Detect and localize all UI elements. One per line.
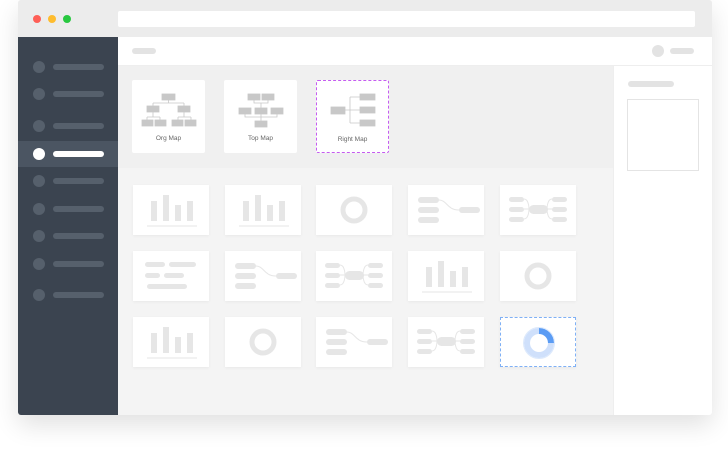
sidebar-item[interactable] <box>18 168 118 194</box>
maximize-window-button[interactable] <box>63 15 71 23</box>
sidebar-item-label-placeholder <box>53 91 104 97</box>
template-label: Org Map <box>155 135 182 142</box>
template-card-bar[interactable] <box>133 317 209 367</box>
bar-thumbnail-icon <box>422 261 472 293</box>
donut-blue-thumbnail-icon <box>523 327 555 359</box>
template-card-donut-blue[interactable] <box>500 317 576 367</box>
donut-thumbnail-icon <box>249 328 277 356</box>
panel-title-placeholder <box>628 81 674 87</box>
minimize-window-button[interactable] <box>48 15 56 23</box>
sidebar-item-label-placeholder <box>53 178 104 184</box>
sidebar-item[interactable] <box>18 81 118 107</box>
user-name-placeholder[interactable] <box>670 48 694 54</box>
sidebar-item[interactable] <box>18 251 118 277</box>
mind-thumbnail-icon <box>417 329 475 354</box>
sidebar-item[interactable] <box>18 113 118 139</box>
sidebar-item-icon <box>33 230 45 242</box>
sidebar-item[interactable] <box>18 282 118 308</box>
template-card-donut[interactable] <box>316 185 392 235</box>
sidebar <box>18 37 118 415</box>
template-org-map[interactable]: Org Map <box>132 80 205 153</box>
sidebar-item-label-placeholder <box>53 261 104 267</box>
sidebar-item-label-placeholder <box>53 206 104 212</box>
address-bar[interactable] <box>118 11 695 27</box>
template-card-mind[interactable] <box>500 185 576 235</box>
right-thumbnail-icon <box>326 329 388 355</box>
donut-thumbnail-icon <box>524 262 552 290</box>
sidebar-item-label-placeholder <box>53 64 104 70</box>
sidebar-item-icon <box>33 61 45 73</box>
sidebar-item[interactable] <box>18 223 118 249</box>
sidebar-item[interactable] <box>18 141 118 167</box>
sidebar-item[interactable] <box>18 196 118 222</box>
template-card-right[interactable] <box>316 317 392 367</box>
title-bar <box>18 0 712 37</box>
sidebar-item-icon <box>33 148 45 160</box>
template-label: Top Map <box>248 135 273 142</box>
sidebar-item-icon <box>33 88 45 100</box>
template-card-donut[interactable] <box>225 317 301 367</box>
template-card-right[interactable] <box>408 185 484 235</box>
sidebar-item-label-placeholder <box>53 292 104 298</box>
mind-thumbnail-icon <box>509 197 567 222</box>
app-window: Org Map Top Map Right Map <box>18 0 712 415</box>
bar-thumbnail-icon <box>147 195 197 227</box>
template-strip: Org Map Top Map Right Map <box>118 66 613 168</box>
sidebar-item-icon <box>33 203 45 215</box>
avatar[interactable] <box>652 45 664 57</box>
sidebar-item-label-placeholder <box>53 151 104 157</box>
donut-thumbnail-icon <box>340 196 368 224</box>
close-window-button[interactable] <box>33 15 41 23</box>
bar-thumbnail-icon <box>239 195 289 227</box>
template-right-map[interactable]: Right Map <box>316 80 389 153</box>
sidebar-item-icon <box>33 120 45 132</box>
template-card-mind[interactable] <box>316 251 392 301</box>
template-card-bar[interactable] <box>225 185 301 235</box>
template-card-donut[interactable] <box>500 251 576 301</box>
org-map-icon <box>141 93 197 127</box>
header <box>118 37 712 66</box>
right-thumbnail-icon <box>418 197 480 223</box>
sidebar-item-icon <box>33 175 45 187</box>
template-card-bar[interactable] <box>133 185 209 235</box>
right-thumbnail-icon <box>235 263 297 289</box>
template-card-mind[interactable] <box>408 317 484 367</box>
template-label: Right Map <box>337 136 368 143</box>
sidebar-item-label-placeholder <box>53 123 104 129</box>
template-card-text[interactable] <box>133 251 209 301</box>
template-top-map[interactable]: Top Map <box>224 80 297 153</box>
template-card-bar[interactable] <box>408 251 484 301</box>
header-title-placeholder <box>132 48 156 54</box>
right-panel <box>613 66 712 415</box>
right-map-icon <box>330 93 376 127</box>
sidebar-item-icon <box>33 258 45 270</box>
sidebar-item[interactable] <box>18 54 118 80</box>
mind-thumbnail-icon <box>325 263 383 288</box>
bar-thumbnail-icon <box>147 327 197 359</box>
text-thumbnail-icon <box>145 262 196 289</box>
sidebar-item-icon <box>33 289 45 301</box>
sidebar-item-label-placeholder <box>53 233 104 239</box>
top-map-icon <box>238 93 284 128</box>
preview-box <box>627 99 699 171</box>
template-card-right[interactable] <box>225 251 301 301</box>
